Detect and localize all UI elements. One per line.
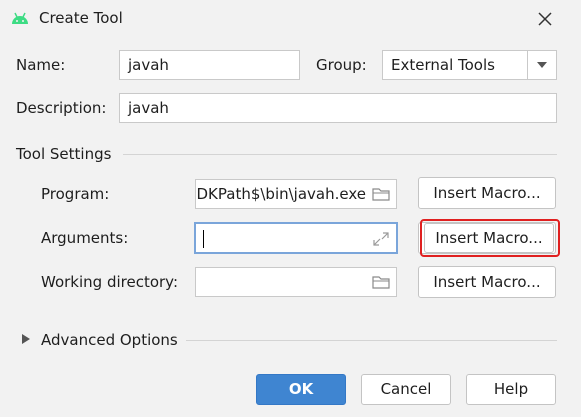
program-label: Program:: [41, 185, 110, 203]
working-directory-label: Working directory:: [41, 273, 179, 291]
arguments-input[interactable]: [194, 222, 398, 254]
insert-macro-button-arguments[interactable]: Insert Macro...: [424, 223, 554, 253]
working-directory-input[interactable]: [195, 267, 397, 297]
arguments-label: Arguments:: [41, 229, 129, 247]
program-input-value: DKPath$\bin\javah.exe: [196, 185, 367, 203]
help-button[interactable]: Help: [466, 374, 556, 405]
close-icon[interactable]: [535, 9, 555, 29]
text-caret: [203, 230, 204, 248]
section-divider: [123, 154, 557, 155]
chevron-down-icon[interactable]: [527, 51, 556, 79]
cancel-button[interactable]: Cancel: [361, 374, 451, 405]
android-icon: [12, 12, 28, 24]
expand-icon[interactable]: [372, 231, 390, 247]
insert-macro-button-program[interactable]: Insert Macro...: [418, 177, 556, 209]
advanced-divider: [186, 340, 557, 341]
folder-icon[interactable]: [372, 274, 390, 290]
description-label: Description:: [16, 99, 107, 117]
name-label: Name:: [16, 56, 66, 74]
group-combobox[interactable]: External Tools: [382, 50, 557, 80]
window-title: Create Tool: [39, 9, 123, 27]
chevron-right-icon[interactable]: [22, 334, 30, 344]
program-input[interactable]: DKPath$\bin\javah.exe: [195, 179, 397, 209]
group-label: Group:: [316, 56, 367, 74]
group-combobox-value: External Tools: [391, 56, 495, 74]
advanced-options-toggle[interactable]: Advanced Options: [41, 331, 178, 349]
tool-settings-title: Tool Settings: [16, 145, 112, 163]
ok-button[interactable]: OK: [256, 374, 346, 405]
folder-icon[interactable]: [372, 186, 390, 202]
name-input[interactable]: javah: [119, 50, 300, 80]
insert-macro-button-working-directory[interactable]: Insert Macro...: [418, 266, 556, 298]
description-input[interactable]: javah: [119, 93, 557, 123]
